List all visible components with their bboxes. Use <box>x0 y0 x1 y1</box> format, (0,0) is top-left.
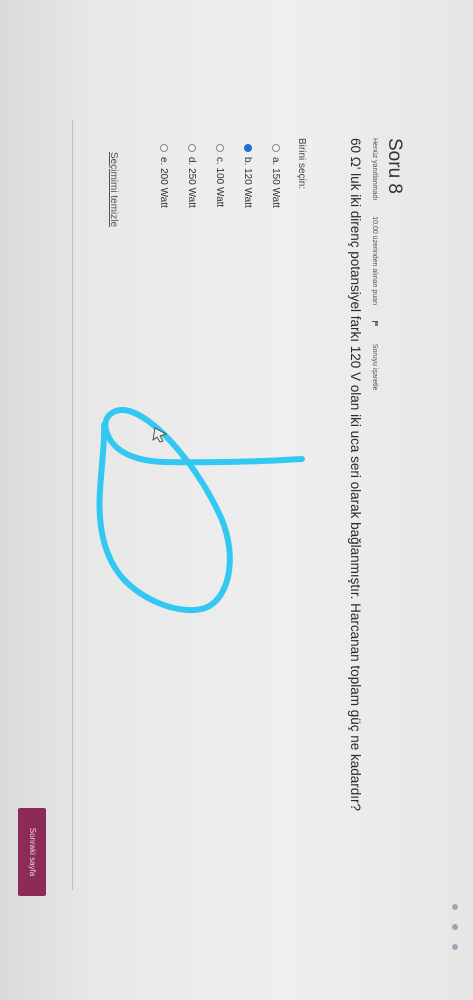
screen: Soru 8 Henüz yanıtlanmadı 10,00 üzerinde… <box>0 0 473 1000</box>
question-title: Soru 8 <box>384 138 405 194</box>
option-c[interactable]: c. 100 Watt <box>214 144 225 207</box>
option-e[interactable]: e. 200 Watt <box>158 144 169 208</box>
dot-icon <box>452 924 458 930</box>
option-label: a. 150 Watt <box>270 157 281 208</box>
radio-b-checked[interactable] <box>243 144 252 152</box>
clear-selection-link[interactable]: Seçimimi temizle <box>108 152 119 227</box>
option-label: c. 100 Watt <box>214 157 225 208</box>
flag-label: Soruyu işaretle <box>371 343 378 391</box>
option-label: b. 120 Watt <box>242 157 253 208</box>
option-d[interactable]: d. 250 Watt <box>186 144 197 208</box>
answer-status: Henüz yanıtlanmadı <box>371 138 378 201</box>
radio-a[interactable] <box>271 144 280 152</box>
radio-d[interactable] <box>187 144 196 152</box>
dot-icon <box>452 944 458 950</box>
dot-icon <box>452 904 458 910</box>
divider <box>72 120 73 890</box>
next-page-button[interactable]: Sonraki sayfa <box>18 808 46 896</box>
answer-prompt: Birini seçin: <box>296 138 307 190</box>
radio-e[interactable] <box>159 144 168 152</box>
option-b[interactable]: b. 120 Watt <box>242 144 253 208</box>
radio-c[interactable] <box>215 144 224 152</box>
option-a[interactable]: a. 150 Watt <box>270 144 281 208</box>
question-text: 60 Ω' luk iki direnç potansiyel farkı 12… <box>348 138 363 812</box>
points-label: 10,00 üzerinden alınan puan <box>371 216 378 305</box>
quiz-content: Soru 8 Henüz yanıtlanmadı 10,00 üzerinde… <box>0 0 473 1000</box>
option-label: e. 200 Watt <box>158 157 169 208</box>
window-controls <box>448 904 464 964</box>
flag-icon <box>371 320 378 328</box>
option-label: d. 250 Watt <box>186 157 197 208</box>
flag-question-link[interactable]: Soruyu işaretle <box>371 320 378 405</box>
question-info: Henüz yanıtlanmadı 10,00 üzerinden alına… <box>371 138 378 419</box>
